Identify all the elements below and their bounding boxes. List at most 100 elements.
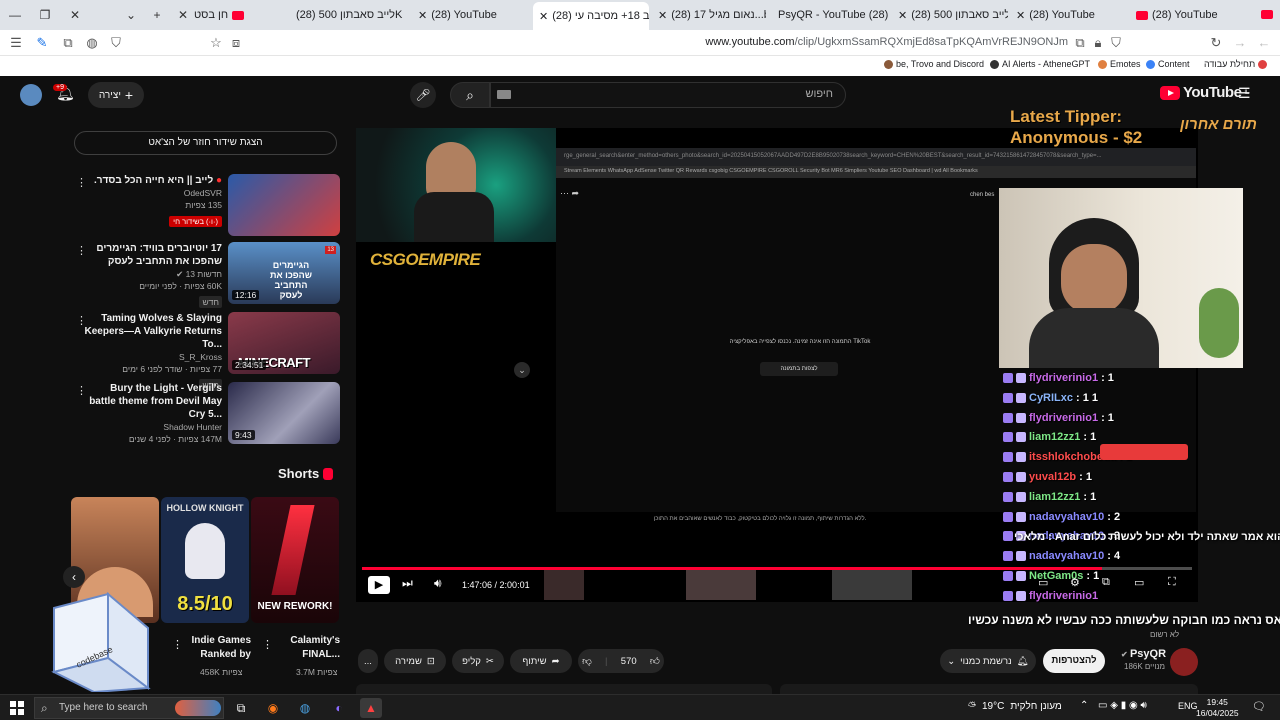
more-options-icon[interactable]: ⋮ [76, 314, 87, 327]
channel-avatar[interactable] [1170, 648, 1198, 676]
video-thumbnail[interactable] [228, 174, 340, 236]
browser-tab[interactable]: ✕ (28) לייב סאבתון 500K [898, 4, 1008, 26]
channel-name[interactable]: Shadow Hunter [82, 421, 222, 433]
more-options-icon[interactable]: ⋮ [76, 384, 87, 397]
join-button[interactable]: להצטרפות [1043, 649, 1105, 673]
bookmark-star-icon[interactable]: ☆ [208, 35, 224, 51]
theater-mode-icon[interactable]: ▭ [1134, 576, 1144, 589]
channel-name[interactable]: ✔ PsyQR [1121, 648, 1166, 660]
browser-tab[interactable]: PsyQR - YouTube (28) [778, 4, 888, 26]
subscribed-button[interactable]: ⌄ נרשמת כמנוי 🔔︎ [940, 649, 1036, 673]
share-button[interactable]: שיתוף ➦ [510, 649, 572, 673]
miniplayer-icon[interactable]: ⧉ [1102, 576, 1110, 589]
save-button[interactable]: שמירה ⊡ [384, 649, 446, 673]
more-options-icon[interactable]: ⋮ [262, 638, 273, 651]
browser-tab[interactable]: (28) לייב סאבתון 500K [296, 4, 406, 26]
back-icon[interactable]: ← [1256, 35, 1272, 51]
keyboard-icon[interactable] [497, 90, 511, 99]
youtube-logo[interactable]: YouTube IL [1160, 84, 1249, 101]
install-app-icon[interactable]: ⧈ [228, 35, 244, 51]
vpn-icon[interactable]: ◍ [84, 35, 100, 51]
short-thumbnail[interactable]: NEW REWORK! [251, 497, 339, 623]
system-clock[interactable]: 19:45 16/04/2025 [1196, 697, 1239, 719]
related-video-item[interactable]: 9:43 Bury the Light - Vergil's battle th… [70, 382, 340, 446]
lock-icon[interactable]: 🔒︎ [1090, 35, 1106, 51]
volume-icon[interactable]: 🔊︎ [434, 576, 442, 591]
short-title[interactable]: Indie Games Ranked by [183, 634, 251, 662]
bookmark-item[interactable]: be, Trovo and Discord [884, 59, 984, 69]
next-icon[interactable]: ⏭ [402, 576, 413, 591]
codebase-widget[interactable]: codebase [48, 588, 152, 694]
taskbar-search-input[interactable]: ⌕ Type here to search [34, 697, 224, 719]
voice-search-mic-icon[interactable]: 🎤︎ [410, 82, 436, 108]
more-options-icon[interactable]: ⋮ [76, 244, 87, 257]
related-video-item[interactable]: ● לייב || היא חייה הכל בסדר. OdedSVR 135… [70, 174, 340, 238]
browser-tab-active[interactable]: ✕ (28) לייב 18+ מסיבה עי [533, 2, 649, 30]
window-close-button[interactable]: ✕ [66, 6, 84, 24]
url-field[interactable]: www.youtube.com/clip/UgkxmSsamRQXmjEd8sa… [640, 36, 1068, 48]
create-button[interactable]: יצירה + [88, 82, 144, 108]
account-avatar[interactable] [20, 84, 42, 106]
captions-icon[interactable]: ▭ [1038, 576, 1048, 589]
video-thumbnail[interactable]: MINECRAFT 2:34:51 [228, 312, 340, 374]
fullscreen-icon[interactable]: ⛶ [1168, 576, 1176, 589]
close-icon[interactable]: ✕ [1016, 9, 1025, 22]
browser-tab[interactable]: ✕ (28) YouTube [1016, 4, 1128, 26]
dislike-icon[interactable]: 👎︎ [582, 655, 592, 667]
weather-widget[interactable]: ⛅︎ 19°C מעונן חלקית [968, 701, 1062, 712]
bookmark-item[interactable]: AI Alerts - AtheneGPT [990, 59, 1090, 69]
tab-close-icon[interactable]: ✕ [174, 6, 192, 24]
menu-icon[interactable]: ☰ [8, 35, 24, 51]
short-thumbnail[interactable]: HOLLOW KNIGHT 8.5/10 [161, 497, 249, 623]
settings-gear-icon[interactable]: ⚙ [1070, 576, 1080, 589]
browser-tab[interactable]: ✕ (28) YouTube [418, 4, 528, 26]
more-options-icon[interactable]: ⋮ [76, 176, 87, 189]
video-title[interactable]: ● לייב || היא חייה הכל בסדר. [82, 174, 222, 187]
close-icon[interactable]: ✕ [658, 9, 667, 22]
extensions-puzzle-icon[interactable]: ⧉ [60, 35, 76, 51]
close-icon[interactable]: ✕ [898, 9, 907, 22]
video-title[interactable]: 17 יוטיוברים בוויד: הגיימרים שהפכו את הת… [82, 242, 222, 268]
more-options-icon[interactable]: ⋮ [172, 638, 183, 651]
short-title[interactable]: Calamity's FINAL... [276, 634, 340, 662]
browser-app-icon[interactable]: ◐ [328, 698, 350, 718]
hamburger-menu-icon[interactable]: ☰ [1238, 85, 1251, 102]
brave-shield-icon[interactable]: ⛉ [1108, 35, 1124, 51]
extension-icon[interactable]: ✎ [34, 35, 50, 51]
browser-tab[interactable]: חן בסט [194, 4, 290, 26]
like-icon[interactable]: 👍︎ [650, 655, 660, 667]
channel-name[interactable]: S_R_Kross [82, 351, 222, 363]
tray-app-icons[interactable]: ▭ ◈ ▮ ◉ 🔊︎ [1098, 700, 1147, 711]
more-actions-button[interactable]: ... [358, 649, 378, 673]
browser-tab[interactable]: ✕ (28) נאום מגיל 17...be [658, 4, 766, 26]
channel-name[interactable]: חדשות 13 ✔ [82, 268, 222, 280]
close-icon[interactable]: ✕ [418, 9, 427, 22]
shorts-prev-chevron-icon[interactable]: ‹ [63, 566, 85, 588]
forward-icon[interactable]: → [1232, 35, 1248, 51]
input-language[interactable]: ENG [1178, 701, 1198, 711]
search-button[interactable]: ⌕ [450, 82, 490, 108]
search-input[interactable]: חיפוש [490, 82, 846, 108]
channel-name[interactable]: OdedSVR [82, 187, 222, 199]
video-thumbnail[interactable]: 9:43 [228, 382, 340, 444]
video-title[interactable]: Taming Wolves & Slaying Keepers—A Valkyr… [82, 312, 222, 351]
firefox-icon[interactable]: ◉ [262, 698, 284, 718]
task-view-icon[interactable]: ⧉ [230, 698, 252, 718]
tab-list-chevron-icon[interactable]: ⌄ [122, 6, 140, 24]
bookmark-item[interactable]: Emotes [1098, 59, 1141, 69]
related-video-item[interactable]: MINECRAFT 2:34:51 Taming Wolves & Slayin… [70, 312, 340, 391]
share-page-icon[interactable]: ⧉ [1072, 35, 1088, 51]
clip-button[interactable]: קליפ ✂ [452, 649, 504, 673]
related-video-item[interactable]: הגיימרים שהפכו את התחביב לעסק 13 12:16 1… [70, 242, 340, 308]
tray-chevron-up-icon[interactable]: ⌃ [1080, 700, 1088, 711]
video-title[interactable]: Bury the Light - Vergil's battle theme f… [82, 382, 222, 421]
brave-browser-icon[interactable]: ▲ [360, 698, 382, 718]
reload-icon[interactable]: ↻ [1208, 35, 1224, 51]
browser-tab[interactable]: (28) YouTube [1136, 4, 1248, 26]
show-chat-replay-button[interactable]: הצגת שידור חוזר של הצ'אט [74, 131, 337, 155]
window-minimize-button[interactable]: — [6, 6, 24, 24]
notification-center-icon[interactable]: 🗨︎ [1252, 700, 1266, 713]
shield-icon[interactable]: ⛉ [108, 35, 124, 51]
windows-start-icon[interactable] [10, 701, 24, 715]
steam-icon[interactable]: ◍ [294, 698, 316, 718]
